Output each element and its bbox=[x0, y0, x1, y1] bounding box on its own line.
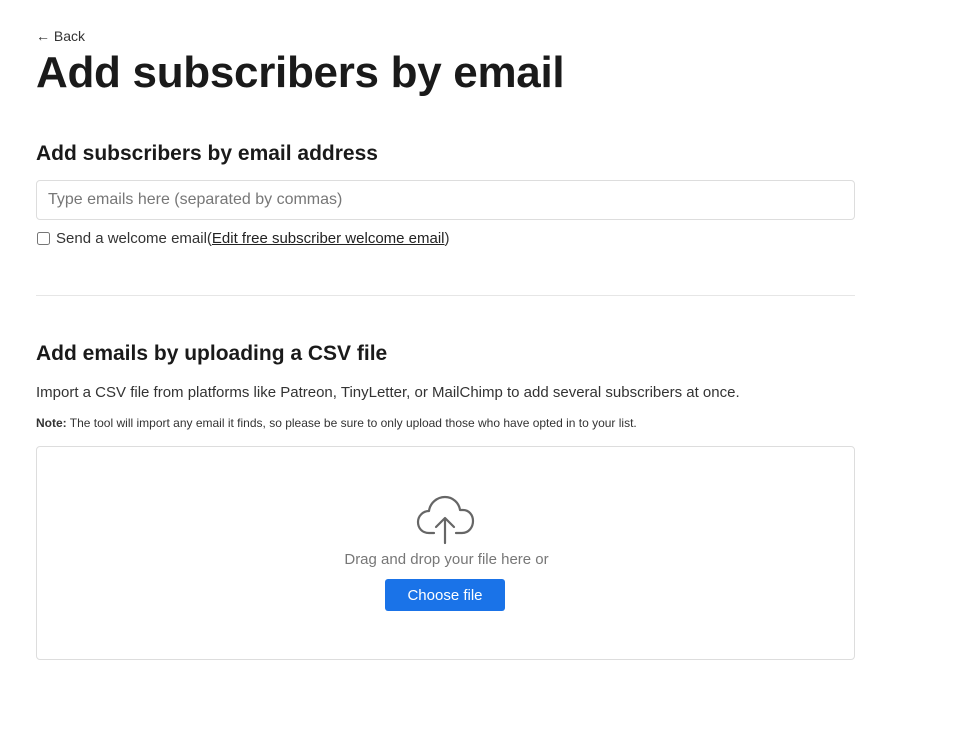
choose-file-button[interactable]: Choose file bbox=[385, 579, 505, 611]
csv-description: Import a CSV file from platforms like Pa… bbox=[36, 384, 740, 401]
email-section-heading: Add subscribers by email address bbox=[36, 142, 378, 165]
csv-note-text: The tool will import any email it finds,… bbox=[66, 416, 637, 430]
csv-dropzone[interactable]: Drag and drop your file here or Choose f… bbox=[36, 446, 855, 660]
emails-input[interactable] bbox=[36, 180, 855, 220]
page-title: Add subscribers by email bbox=[36, 48, 565, 97]
welcome-email-label: Send a welcome email bbox=[56, 230, 207, 247]
section-divider bbox=[36, 295, 855, 296]
csv-note: Note: The tool will import any email it … bbox=[36, 416, 637, 430]
edit-welcome-email-link[interactable]: Edit free subscriber welcome email bbox=[212, 230, 445, 247]
welcome-email-row: Send a welcome email ( Edit free subscri… bbox=[36, 230, 450, 247]
csv-section-heading: Add emails by uploading a CSV file bbox=[36, 342, 388, 365]
welcome-paren-close: ) bbox=[444, 230, 450, 247]
csv-note-label: Note: bbox=[36, 416, 67, 430]
dropzone-text: Drag and drop your file here or bbox=[344, 551, 549, 568]
back-link[interactable]: ← Back bbox=[36, 28, 85, 44]
page: ← Back Add subscribers by email Add subs… bbox=[0, 0, 963, 735]
cloud-upload-icon bbox=[416, 495, 475, 545]
welcome-email-checkbox[interactable] bbox=[37, 232, 50, 245]
